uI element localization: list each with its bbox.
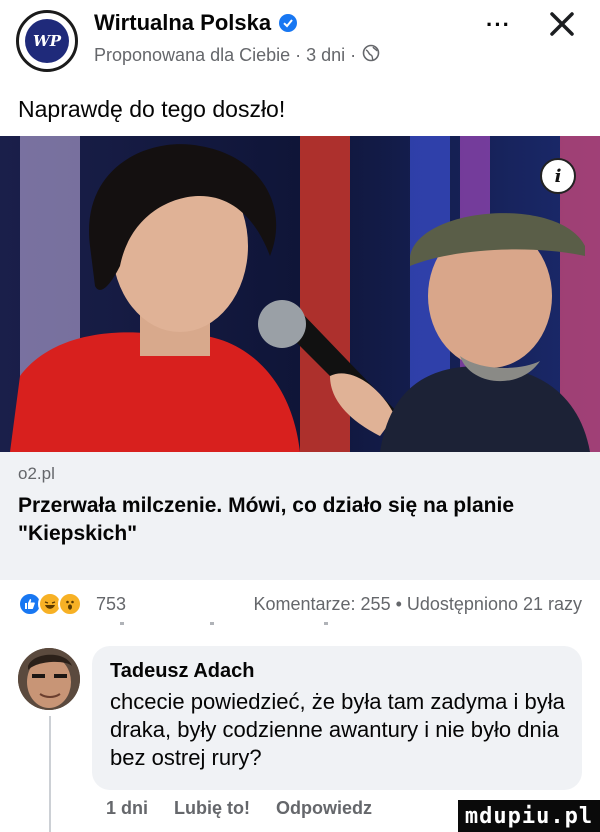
info-icon[interactable]: i [540, 158, 576, 194]
page-name[interactable]: Wirtualna Polska [94, 10, 271, 36]
reaction-icons[interactable] [18, 592, 82, 616]
comments-shares-count[interactable]: Komentarze: 255 • Udostępniono 21 razy [254, 594, 583, 615]
commenter-avatar[interactable] [18, 648, 80, 710]
reaction-count[interactable]: 753 [96, 594, 126, 615]
close-icon[interactable] [544, 6, 580, 42]
stage-photo [0, 136, 600, 452]
wow-reaction-icon [58, 592, 82, 616]
divider [120, 622, 328, 625]
like-button[interactable]: Lubię to! [174, 798, 250, 819]
page-name-row: Wirtualna Polska [94, 10, 298, 36]
comment-text: chcecie powiedzieć, że była tam zadyma i… [110, 689, 565, 770]
link-preview[interactable]: o2.pl Przerwała milczenie. Mówi, co dzia… [0, 452, 600, 580]
link-domain: o2.pl [18, 464, 55, 483]
post-text: Naprawdę do tego doszło! [18, 96, 286, 122]
comment-bubble[interactable]: Tadeusz Adach chcecie powiedzieć, że był… [92, 646, 582, 790]
post-meta: Proponowana dla Ciebie · 3 dni · [94, 44, 380, 67]
thread-line [49, 716, 51, 832]
verified-badge-icon [279, 14, 298, 32]
post-image[interactable]: i [0, 136, 600, 452]
globe-icon [362, 44, 380, 67]
commenter-name[interactable]: Tadeusz Adach [110, 660, 254, 683]
watermark-logo: mdupiu.pl [458, 800, 600, 832]
reply-button[interactable]: Odpowiedz [276, 798, 372, 819]
post-stats: 753 Komentarze: 255 • Udostępniono 21 ra… [0, 586, 600, 626]
post-header: WP Wirtualna Polska Proponowana dla Cieb… [0, 0, 600, 80]
link-title[interactable]: Przerwała milczenie. Mówi, co działo się… [18, 492, 578, 548]
more-options-button[interactable]: ··· [486, 12, 511, 38]
comment-time[interactable]: 1 dni [106, 798, 148, 819]
post-meta-text: Proponowana dla Ciebie · 3 dni · [94, 45, 357, 65]
wp-logo: WP [25, 19, 69, 63]
page-avatar[interactable]: WP [16, 10, 78, 72]
comment-actions: 1 dni Lubię to! Odpowiedz [106, 798, 372, 819]
